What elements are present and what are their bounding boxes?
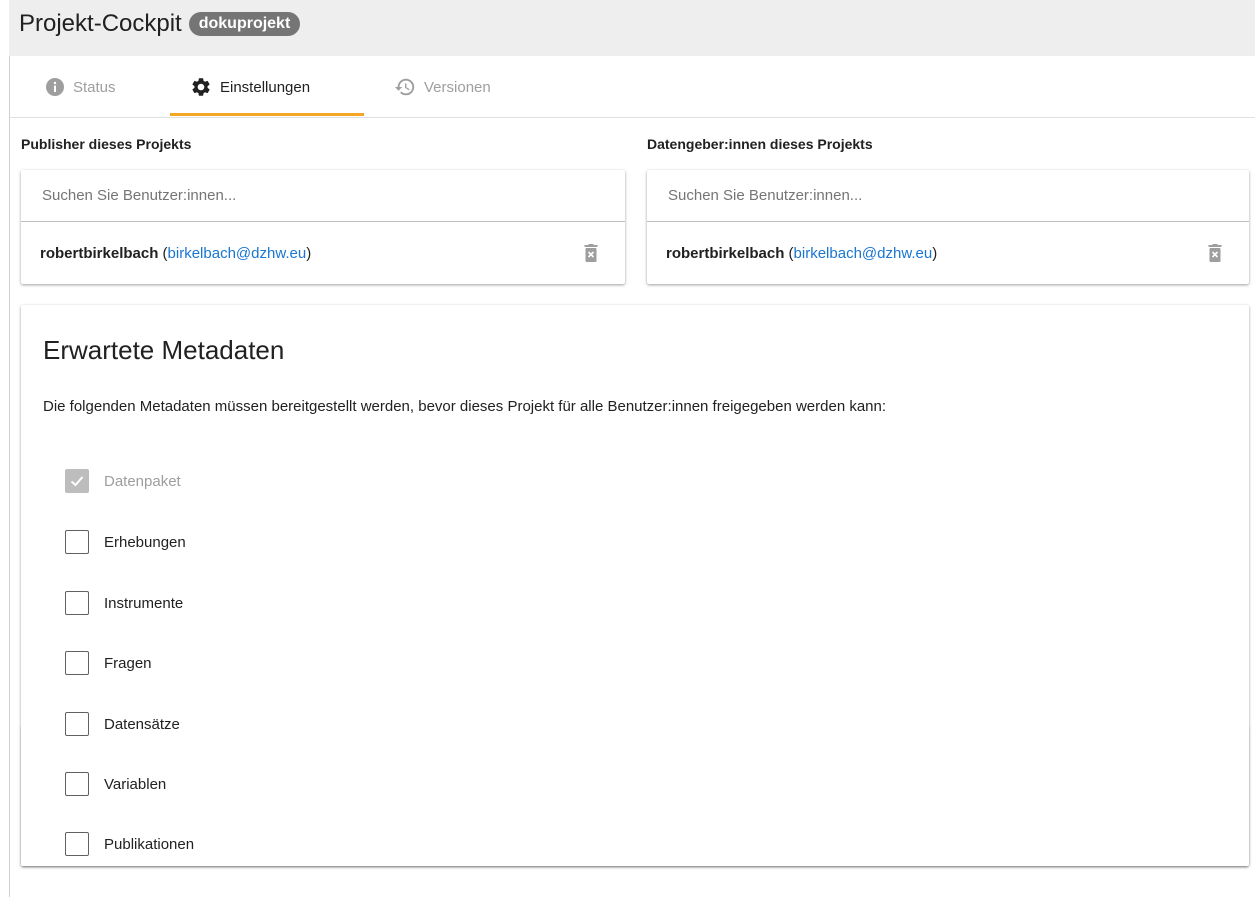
publishers-heading: Publisher dieses Projekts xyxy=(21,136,192,152)
checkbox-publikationen[interactable]: Publikationen xyxy=(65,832,194,856)
tab-status-label: Status xyxy=(73,78,116,96)
checkbox-label: Variablen xyxy=(104,775,167,793)
checkbox-erhebungen[interactable]: Erhebungen xyxy=(65,530,186,554)
history-icon xyxy=(394,76,416,98)
tab-versions[interactable]: Versionen xyxy=(394,56,491,118)
checkbox-label: Datensätze xyxy=(104,715,180,733)
expected-metadata-description: Die folgenden Metadaten müssen bereitges… xyxy=(43,398,887,415)
checkbox-box[interactable] xyxy=(65,712,89,736)
trash-icon xyxy=(584,244,598,262)
expected-metadata-title: Erwartete Metadaten xyxy=(43,335,285,365)
data-providers-search-input[interactable] xyxy=(666,186,1191,205)
page-header: Projekt-Cockpit dokuprojekt xyxy=(9,0,1255,56)
checkbox-label: Publikationen xyxy=(104,835,195,853)
checkbox-box xyxy=(65,469,89,493)
checkbox-box[interactable] xyxy=(65,530,89,554)
tab-status[interactable]: Status xyxy=(45,56,116,118)
data-provider-user-row: robertbirkelbach ( birkelbach@dzhw.eu ) xyxy=(647,222,1249,284)
checkbox-box[interactable] xyxy=(65,651,89,675)
data-providers-search xyxy=(647,170,1249,222)
checkbox-label: Fragen xyxy=(104,654,152,672)
page-title-text: Projekt-Cockpit xyxy=(19,10,182,37)
publisher-user-email[interactable]: birkelbach@dzhw.eu xyxy=(168,245,307,262)
checkbox-datenpaket: Datenpaket xyxy=(65,469,181,493)
data-providers-heading: Datengeber:innen dieses Projekts xyxy=(647,136,873,152)
publishers-search-input[interactable] xyxy=(40,186,567,205)
data-providers-card: robertbirkelbach ( birkelbach@dzhw.eu ) xyxy=(647,170,1249,284)
checkbox-label: Datenpaket xyxy=(104,472,181,490)
publisher-user-name: robertbirkelbach xyxy=(40,244,159,262)
project-chip: dokuprojekt xyxy=(188,12,301,36)
active-tab-indicator xyxy=(170,113,364,116)
checkbox-box[interactable] xyxy=(65,591,89,615)
tab-settings-label: Einstellungen xyxy=(220,78,311,96)
trash-icon xyxy=(1208,244,1222,262)
data-provider-user-email[interactable]: birkelbach@dzhw.eu xyxy=(794,245,933,262)
tab-versions-label: Versionen xyxy=(424,78,491,96)
data-provider-user-name: robertbirkelbach xyxy=(666,244,785,262)
page-title: Projekt-Cockpit dokuprojekt xyxy=(19,7,301,41)
check-icon xyxy=(70,476,84,487)
checkbox-variablen[interactable]: Variablen xyxy=(65,772,166,796)
expected-metadata-card: Erwartete Metadaten Die folgenden Metada… xyxy=(21,305,1249,866)
checkbox-instrumente[interactable]: Instrumente xyxy=(65,591,183,615)
info-icon xyxy=(45,77,65,97)
publishers-search xyxy=(21,170,625,222)
left-divider xyxy=(9,56,10,897)
checkbox-datensaetze[interactable]: Datensätze xyxy=(65,712,180,736)
checkbox-box[interactable] xyxy=(65,832,89,856)
checkbox-label: Erhebungen xyxy=(104,533,186,551)
publisher-user-row: robertbirkelbach ( birkelbach@dzhw.eu ) xyxy=(21,222,625,284)
gear-icon xyxy=(190,76,212,98)
data-provider-delete-button[interactable] xyxy=(1205,243,1225,263)
tab-bar: Status Einstellungen Versionen xyxy=(10,56,1255,118)
checkbox-fragen[interactable]: Fragen xyxy=(65,651,152,675)
checkbox-label: Instrumente xyxy=(104,594,184,612)
publisher-delete-button[interactable] xyxy=(581,243,601,263)
publishers-card: robertbirkelbach ( birkelbach@dzhw.eu ) xyxy=(21,170,625,284)
tab-settings[interactable]: Einstellungen xyxy=(190,56,310,118)
checkbox-box[interactable] xyxy=(65,772,89,796)
